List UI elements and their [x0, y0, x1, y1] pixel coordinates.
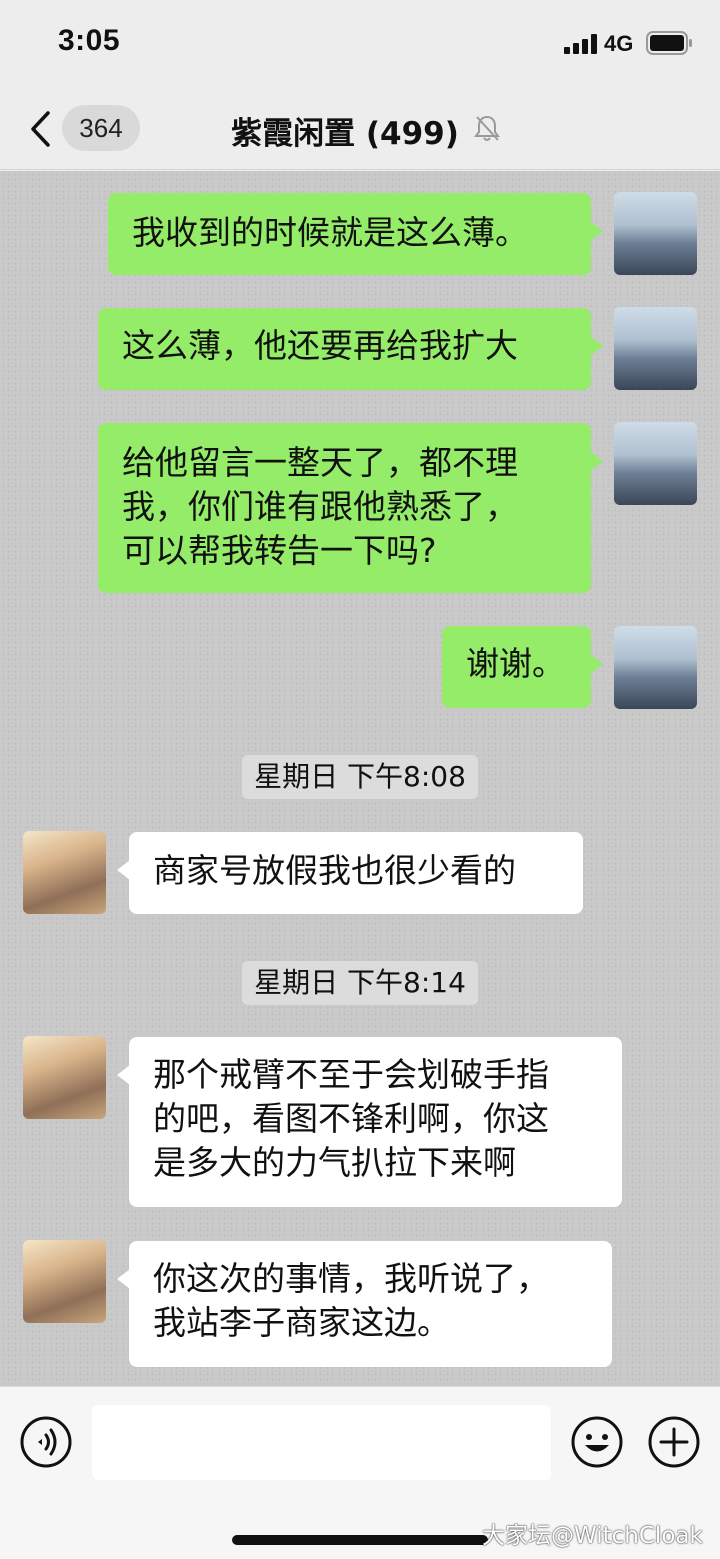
battery-icon [646, 31, 692, 55]
message-bubble[interactable]: 你这次的事情，我听说了， 我站李子商家这边。 [117, 1241, 612, 1367]
my-avatar[interactable] [614, 422, 697, 505]
chat-title[interactable]: 紫霞闲置 (499) [0, 108, 720, 153]
message-bubble[interactable]: 这么薄，他还要再给我扩大 [98, 308, 603, 390]
timestamp-text: 星期日 下午8:14 [242, 961, 478, 1005]
message-bubble[interactable]: 我收到的时候就是这么薄。 [108, 193, 603, 275]
message-bubble[interactable]: 那个戒臂不至于会划破手指 的吧，看图不锋利啊，你这 是多大的力气扒拉下来啊 [117, 1037, 622, 1207]
contact-avatar[interactable] [23, 1036, 106, 1119]
message-timestamp: 星期日 下午8:08 [0, 755, 720, 799]
message-timestamp: 星期日 下午8:14 [0, 961, 720, 1005]
status-bar: 3:05 4G [0, 0, 720, 88]
watermark: 大家坛@WitchCloak [482, 1523, 703, 1549]
message-input[interactable] [92, 1405, 551, 1480]
my-avatar[interactable] [614, 307, 697, 390]
network-label: 4G [604, 31, 634, 56]
my-avatar[interactable] [614, 626, 697, 709]
contact-avatar[interactable] [23, 831, 106, 914]
input-bar: 大家坛@WitchCloak [0, 1386, 720, 1559]
message-bubble[interactable]: 商家号放假我也很少看的 [117, 832, 583, 914]
timestamp-text: 星期日 下午8:08 [242, 755, 478, 799]
signal-icon [564, 34, 597, 54]
status-time: 3:05 [58, 24, 121, 57]
message-bubble[interactable]: 给他留言一整天了，都不理 我，你们谁有跟他熟悉了， 可以帮我转告一下吗? [98, 423, 603, 593]
mute-icon [474, 115, 500, 141]
message-bubble[interactable]: 谢谢。 [442, 626, 603, 708]
contact-avatar[interactable] [23, 1240, 106, 1323]
emoji-icon[interactable] [571, 1416, 623, 1468]
chat-area[interactable]: 我收到的时候就是这么薄。 这么薄，他还要再给我扩大 给他留言一整天了，都不理 我… [0, 171, 720, 1386]
home-indicator [232, 1535, 488, 1545]
nav-bar: 364 紫霞闲置 (499) [0, 88, 720, 170]
voice-icon[interactable] [20, 1416, 72, 1468]
plus-icon[interactable] [648, 1416, 700, 1468]
my-avatar[interactable] [614, 192, 697, 275]
